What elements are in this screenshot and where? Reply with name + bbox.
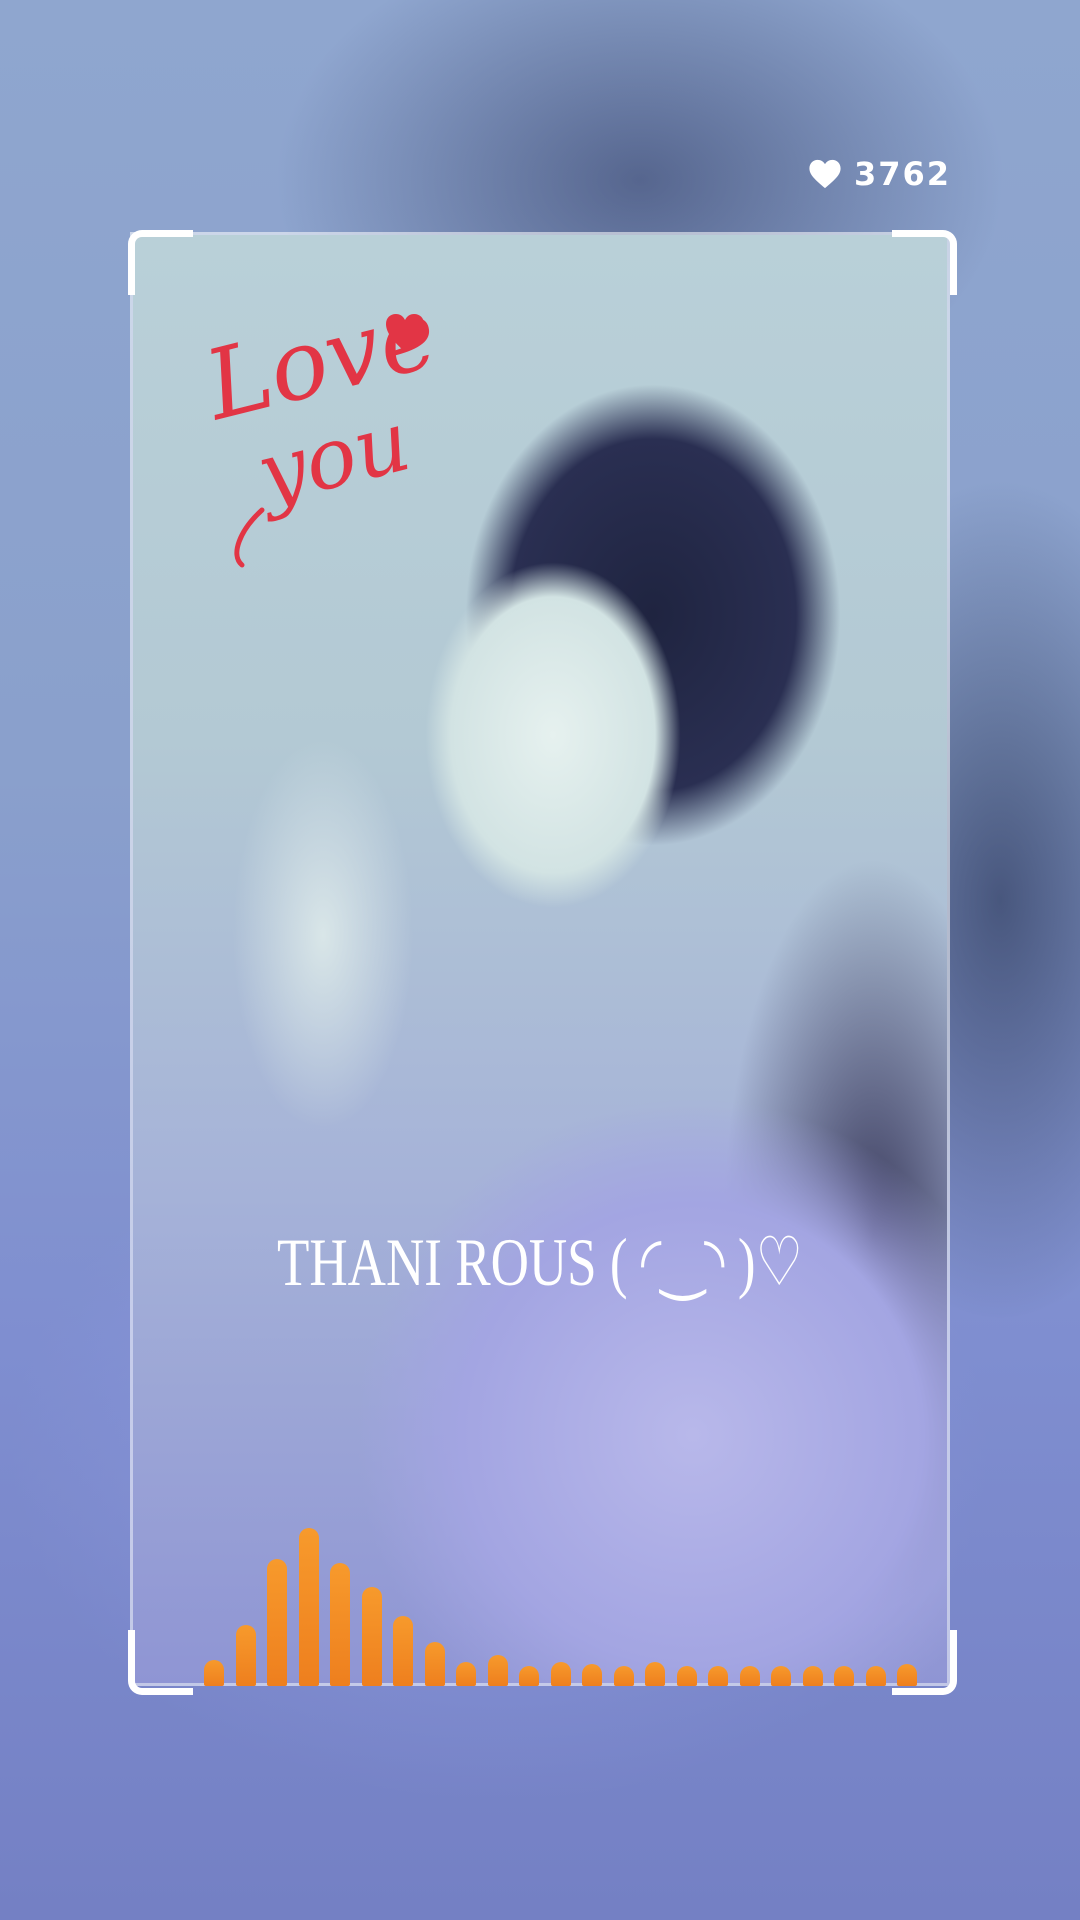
heart-icon (809, 159, 841, 189)
visualizer-bar (456, 1662, 476, 1686)
visualizer-bar (235, 1625, 256, 1686)
visualizer-bar (424, 1642, 445, 1686)
visualizer-bar (582, 1664, 602, 1686)
visualizer-bar (613, 1666, 634, 1686)
visualizer-bar (550, 1662, 571, 1686)
visualizer-bar (802, 1666, 823, 1686)
visualizer-bar (771, 1666, 791, 1686)
visualizer-bar (298, 1528, 319, 1686)
visualizer-bar (204, 1660, 224, 1686)
like-count: 3762 (854, 155, 952, 193)
audio-visualizer (196, 1490, 917, 1686)
visualizer-bar (267, 1559, 287, 1686)
frame-corner-bottom-left (128, 1630, 193, 1695)
visualizer-bar (361, 1587, 382, 1686)
visualizer-bar (897, 1664, 917, 1686)
frame-corner-top-right (892, 230, 957, 295)
like-counter[interactable]: 3762 (808, 154, 951, 194)
frame-corner-top-left (128, 230, 193, 295)
visualizer-bar (834, 1666, 854, 1686)
visualizer-bar (676, 1666, 697, 1686)
love-you-sticker: Love you (200, 280, 448, 568)
visualizer-bar (487, 1655, 508, 1686)
visualizer-bar (519, 1666, 539, 1686)
visualizer-bar (645, 1662, 665, 1686)
visualizer-bar (330, 1563, 350, 1686)
visualizer-bar (393, 1616, 413, 1686)
visualizer-bar (865, 1666, 886, 1686)
visualizer-bar (739, 1666, 760, 1686)
caption-text: THANI ROUS ( ◜‿◝ )♡ (276, 1223, 804, 1300)
visualizer-bar (708, 1666, 728, 1686)
